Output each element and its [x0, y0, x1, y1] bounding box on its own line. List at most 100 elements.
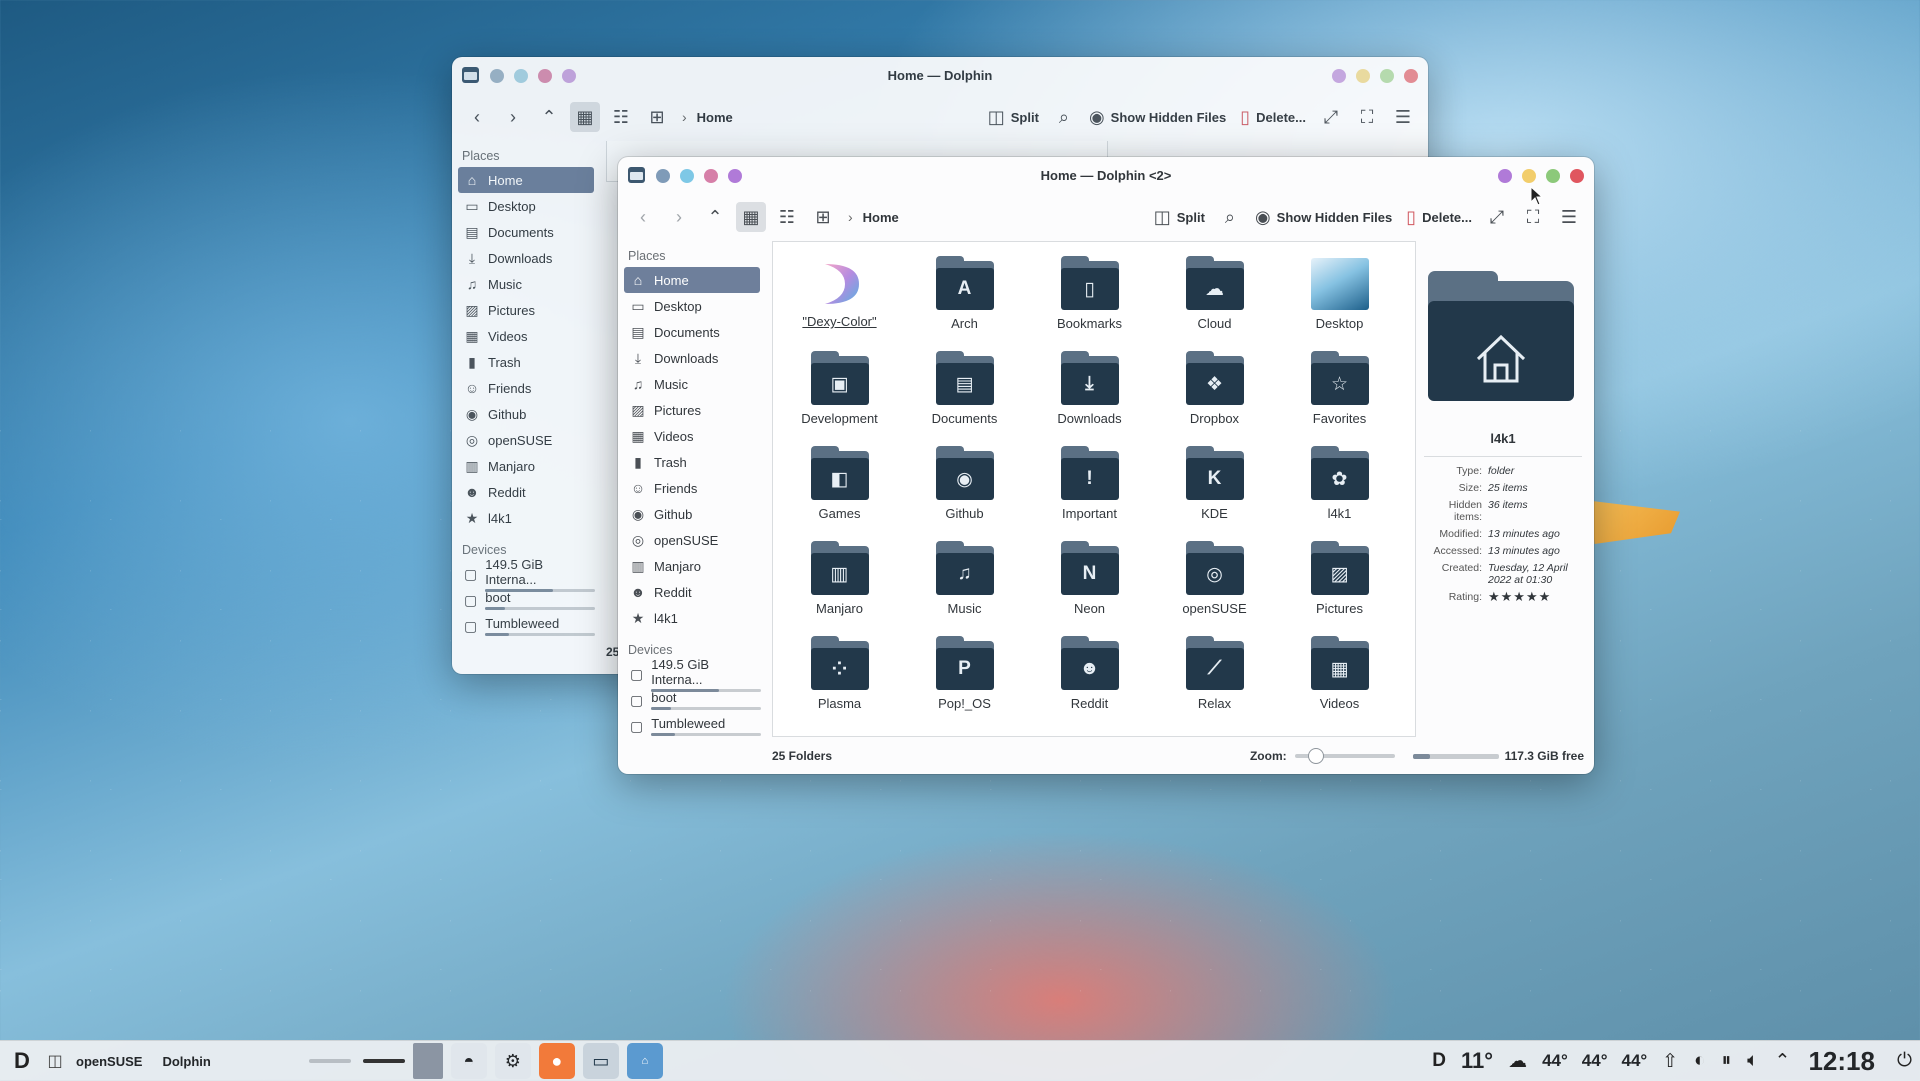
compact-view-button[interactable]: ⊞ — [808, 202, 838, 232]
place-documents[interactable]: ▤ Documents — [624, 319, 760, 345]
place-home[interactable]: ⌂ Home — [458, 167, 594, 193]
search-button[interactable]: ⌕ — [1215, 202, 1245, 232]
place-opensuse[interactable]: ◎ openSUSE — [624, 527, 760, 553]
place-videos[interactable]: ▦ Videos — [624, 423, 760, 449]
file-item[interactable]: ♫ Music — [902, 537, 1027, 632]
minimize-button[interactable] — [1522, 169, 1536, 183]
titlebar[interactable]: Home — Dolphin <2> — [618, 157, 1594, 193]
search-button[interactable]: ⌕ — [1049, 102, 1079, 132]
place-opensuse[interactable]: ◎ openSUSE — [458, 427, 594, 453]
keep-above-icon[interactable] — [538, 69, 552, 83]
file-item[interactable]: ▣ Development — [777, 347, 902, 442]
pin-icon[interactable] — [490, 69, 504, 83]
forward-button[interactable]: › — [664, 202, 694, 232]
file-item[interactable]: ▨ Pictures — [1277, 537, 1402, 632]
place-desktop[interactable]: ▭ Desktop — [624, 293, 760, 319]
place-pictures[interactable]: ▨ Pictures — [624, 397, 760, 423]
firefox-icon[interactable]: ● — [538, 1043, 575, 1079]
place-l4k1[interactable]: ★ l4k1 — [624, 605, 760, 631]
icons-view-button[interactable]: ▦ — [570, 102, 600, 132]
file-item[interactable]: ▯ Bookmarks — [1027, 252, 1152, 347]
on-all-desktops-icon[interactable] — [680, 169, 694, 183]
maximize-button[interactable] — [1380, 69, 1394, 83]
cpu-temp-3[interactable]: 44° — [1622, 1051, 1648, 1071]
night-color-icon[interactable]: ◐ — [1694, 1050, 1705, 1072]
file-item[interactable]: ▦ Videos — [1277, 632, 1402, 727]
task-opensuse[interactable]: openSUSE — [76, 1054, 142, 1069]
split-button[interactable]: ◫ Split — [984, 102, 1043, 132]
file-item[interactable]: ⤓ Downloads — [1027, 347, 1152, 442]
discover-shop-icon[interactable]: ⌂ — [626, 1043, 663, 1079]
place-downloads[interactable]: ⤓ Downloads — [624, 345, 760, 371]
media-pause-icon[interactable]: ⏸ — [1722, 1050, 1732, 1072]
breadcrumb[interactable]: Home — [697, 110, 733, 125]
show-hidden-files-button[interactable]: ◉ Show Hidden Files — [1085, 102, 1230, 132]
virtual-desktop-2[interactable] — [362, 1059, 405, 1063]
device-2[interactable]: ▢ Tumbleweed — [624, 713, 762, 739]
place-desktop[interactable]: ▭ Desktop — [458, 193, 594, 219]
cloud-icon[interactable]: ☁ — [1508, 1050, 1527, 1073]
information-panel-button[interactable]: ⤢ — [1316, 102, 1346, 132]
file-item[interactable]: ❖ Dropbox — [1152, 347, 1277, 442]
hamburger-menu-button[interactable]: ☰ — [1554, 202, 1584, 232]
details-view-button[interactable]: ☷ — [772, 202, 802, 232]
file-item[interactable]: ✿ l4k1 — [1277, 442, 1402, 537]
place-trash[interactable]: ▮ Trash — [624, 449, 760, 475]
back-button[interactable]: ‹ — [462, 102, 492, 132]
cpu-temp-2[interactable]: 44° — [1582, 1051, 1608, 1071]
information-panel-button[interactable]: ⤢ — [1482, 202, 1512, 232]
pin-icon[interactable] — [656, 169, 670, 183]
clock[interactable]: 12:18 — [1808, 1046, 1875, 1077]
dolphin-app-icon[interactable] — [628, 167, 645, 183]
dolphin-task-icon[interactable]: ▭ — [582, 1043, 619, 1079]
on-all-desktops-icon[interactable] — [514, 69, 528, 83]
place-manjaro[interactable]: ▥ Manjaro — [458, 453, 594, 479]
weather-temp[interactable]: 11° — [1461, 1048, 1493, 1074]
breadcrumb[interactable]: Home — [863, 210, 899, 225]
file-item[interactable]: ! Important — [1027, 442, 1152, 537]
place-manjaro[interactable]: ▥ Manjaro — [624, 553, 760, 579]
split-button[interactable]: ◫ Split — [1150, 202, 1209, 232]
place-friends[interactable]: ☺ Friends — [458, 375, 594, 401]
titlebar[interactable]: Home — Dolphin — [452, 57, 1428, 93]
file-item[interactable]: ⁘ Plasma — [777, 632, 902, 727]
file-item[interactable]: "Dexy-Color" — [777, 252, 902, 347]
forward-button[interactable]: › — [498, 102, 528, 132]
tray-expand-chevron-icon[interactable]: ⌃ — [1775, 1050, 1791, 1073]
pager-icon[interactable]: ◫ — [44, 1049, 66, 1073]
rating-stars[interactable]: ★★★★★ — [1488, 590, 1588, 603]
place-music[interactable]: ♫ Music — [458, 271, 594, 297]
task-dolphin[interactable]: Dolphin — [162, 1054, 210, 1069]
select-button[interactable]: ⛶ — [1352, 102, 1382, 132]
device-2[interactable]: ▢ Tumbleweed — [458, 613, 596, 639]
keep-above-icon[interactable] — [704, 169, 718, 183]
steam-icon[interactable]: ◓ — [450, 1043, 487, 1079]
file-item[interactable]: ⟋ Relax — [1152, 632, 1277, 727]
keep-below-icon[interactable] — [728, 169, 742, 183]
file-item[interactable]: Desktop — [1277, 252, 1402, 347]
close-button[interactable] — [1570, 169, 1584, 183]
shade-button[interactable] — [1332, 69, 1346, 83]
place-home[interactable]: ⌂ Home — [624, 267, 760, 293]
zoom-slider[interactable] — [1294, 748, 1395, 764]
device-0[interactable]: ▢ 149.5 GiB Interna... — [458, 557, 596, 592]
file-item[interactable]: N Neon — [1027, 537, 1152, 632]
file-item[interactable]: ☻ Reddit — [1027, 632, 1152, 727]
virtual-desktop-1[interactable] — [308, 1059, 351, 1063]
virtual-desktop-3[interactable] — [412, 1043, 443, 1079]
place-github[interactable]: ◉ Github — [458, 401, 594, 427]
place-l4k1[interactable]: ★ l4k1 — [458, 505, 594, 531]
shade-button[interactable] — [1498, 169, 1512, 183]
file-item[interactable]: ☆ Favorites — [1277, 347, 1402, 442]
place-videos[interactable]: ▦ Videos — [458, 323, 594, 349]
file-item[interactable]: ☁ Cloud — [1152, 252, 1277, 347]
delete-button[interactable]: ▯ Delete... — [1402, 202, 1476, 232]
updates-icon[interactable]: ⇧ — [1662, 1050, 1678, 1073]
file-item[interactable]: K KDE — [1152, 442, 1277, 537]
place-pictures[interactable]: ▨ Pictures — [458, 297, 594, 323]
power-icon[interactable]: ⏻ — [1897, 1050, 1912, 1072]
up-button[interactable]: ⌃ — [534, 102, 564, 132]
dolphin-window-front[interactable]: Home — Dolphin <2> ‹ › ⌃ ▦ ☷ ⊞ › Home ◫ S… — [618, 157, 1594, 774]
volume-icon[interactable]: 🔈︎ — [1747, 1050, 1758, 1072]
file-item[interactable]: ▤ Documents — [902, 347, 1027, 442]
